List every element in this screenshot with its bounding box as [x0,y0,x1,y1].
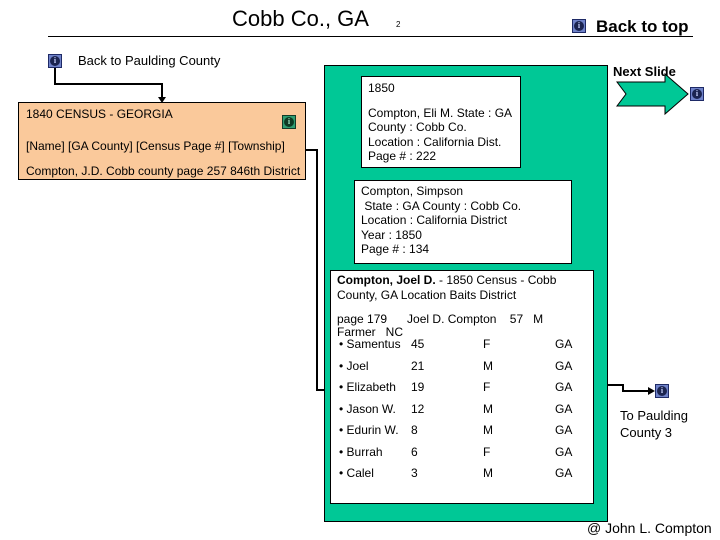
census-1840-info-button[interactable]: i [282,115,296,129]
member-name: • Samentus [339,337,401,351]
info-icon: i [657,386,667,396]
member-sex: F [483,337,491,351]
member-sex: F [483,380,491,394]
joel-header: Compton, Joel D. - 1850 Census - Cobb Co… [337,273,587,303]
census-1850-eli-box: 1850 Compton, Eli M. State : GA County :… [361,76,521,168]
record-line: State : GA County : Cobb Co. [361,198,522,213]
member-sex: M [483,401,493,416]
joel-name: Compton, Joel D. [337,273,436,287]
to-paulding-3-button[interactable]: i [655,384,669,398]
record-line: Location : California District [361,213,508,227]
member-age: 8 [411,423,418,437]
record-line: Year : 1850 [361,227,422,242]
connector-1840-to-joel [306,149,326,391]
member-birthplace: GA [555,401,573,416]
member-name: • Jason W. [339,401,396,416]
record-line: County : Cobb Co. [368,120,467,134]
member-age: 19 [411,380,425,394]
household-row: • Joel 21 M GA [337,355,587,377]
member-sex: M [483,423,493,437]
census-year: 1850 [368,81,395,95]
member-birthplace: GA [555,358,573,373]
member-age: 21 [411,358,425,373]
census-1840-entry: Compton, J.D. Cobb county page 257 846th… [26,164,301,178]
back-to-paulding-label: Back to Paulding County [78,53,221,68]
member-age: 6 [411,444,418,459]
census-1850-joel-box: Compton, Joel D. - 1850 Census - Cobb Co… [330,270,594,504]
census-1840-box: 1840 CENSUS - GEORGIA i [Name] [GA Count… [18,102,306,180]
slide-number: 2 [396,20,401,29]
census-1840-fields: [Name] [GA County] [Census Page #] [Town… [26,139,285,153]
member-birthplace: GA [555,423,573,437]
member-sex: M [483,358,493,373]
census-1840-title: 1840 CENSUS - GEORGIA [26,107,173,121]
member-name: • Edurin W. [339,423,399,437]
member-age: 3 [411,466,418,480]
member-age: 45 [411,337,425,351]
back-to-top-button[interactable]: i [572,19,586,33]
member-name: • Joel [339,358,369,373]
member-birthplace: GA [555,444,573,459]
household-row: • Elizabeth 19 F GA [337,376,587,398]
page-title: Cobb Co., GA [232,6,369,31]
info-icon: i [692,89,702,99]
record-line: Location : California Dist. [368,134,502,149]
household-row: • Calel 3 M GA [337,462,587,484]
back-to-top-link[interactable]: Back to top [596,17,689,37]
record-line: Page # : 134 [361,242,430,256]
to-paulding-3-line1: To Paulding [620,408,688,423]
next-slide-arrow-icon [616,72,689,116]
member-name: • Calel [339,466,374,480]
next-slide-label: Next Slide [613,64,676,79]
record-line: Page # : 222 [368,149,437,163]
to-paulding-3-line2: County 3 [620,425,673,440]
member-birthplace: GA [555,466,573,480]
copyright: @ John L. Compton [587,520,712,536]
info-icon: i [574,21,584,31]
member-sex: F [483,444,491,459]
to-paulding-3-label: To Paulding County 3 [620,407,688,441]
household-row: • Jason W. 12 M GA [337,398,587,420]
next-slide-button[interactable]: i [690,87,704,101]
record-line: Compton, Eli M. State : GA [368,105,513,120]
household-row: • Samentus 45 F GA [337,333,587,355]
household-row: • Edurin W. 8 M GA [337,419,587,441]
member-birthplace: GA [555,380,573,394]
info-icon: i [50,56,60,66]
member-sex: M [483,466,493,480]
back-to-paulding-button[interactable]: i [48,54,62,68]
household-row: • Burrah 6 F GA [337,441,587,463]
arrowhead-paulding3 [648,387,655,395]
record-line: Compton, Simpson [361,184,464,198]
member-name: • Burrah [339,444,383,459]
member-birthplace: GA [555,337,573,351]
member-age: 12 [411,401,425,416]
census-1850-simpson-box: Compton, Simpson State : GA County : Cob… [354,180,572,264]
info-icon: i [284,117,294,127]
connector-paulding-to-1840 [54,68,163,99]
member-name: • Elizabeth [339,380,396,394]
